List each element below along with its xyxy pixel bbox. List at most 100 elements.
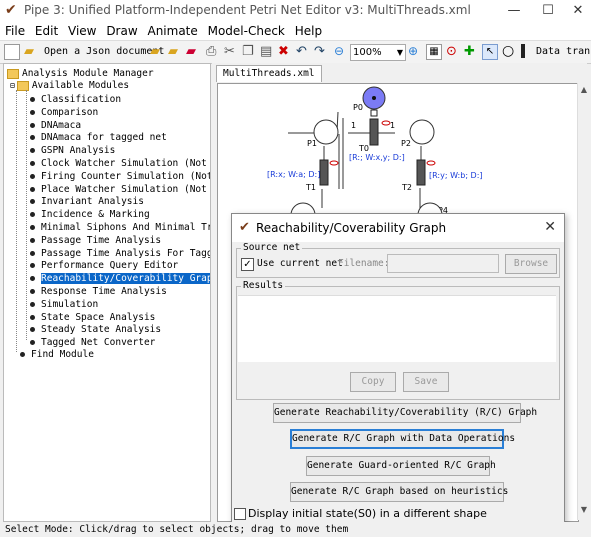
menu-view[interactable]: View <box>68 22 96 40</box>
data-transition-button[interactable]: Data transi <box>536 44 591 60</box>
tree-module-item[interactable]: GSPN Analysis <box>30 144 115 157</box>
scroll-up-icon[interactable]: ▲ <box>579 85 589 97</box>
tree-module-label: DNAmaca <box>41 119 82 131</box>
select-pointer-icon[interactable]: ↖ <box>482 44 498 60</box>
dialog-close-button[interactable]: ✕ <box>544 219 556 235</box>
status-bar: Select Mode: Click/drag to select object… <box>0 522 591 537</box>
generate-data-ops-button[interactable]: Generate R/C Graph with Data Operations <box>290 429 515 449</box>
tree-module-item[interactable]: Invariant Analysis <box>30 195 144 208</box>
tree-module-item[interactable]: Performance Query Editor <box>30 259 178 272</box>
bullet-icon <box>30 109 35 115</box>
generate-rc-graph-button[interactable]: Generate Reachability/Coverability (R/C)… <box>273 403 537 423</box>
tree-module-item[interactable]: DNAmaca for tagged net <box>30 131 167 144</box>
tree-module-item[interactable]: DNAmaca <box>30 119 81 132</box>
menu-animate[interactable]: Animate <box>147 22 197 40</box>
zoom-in-icon[interactable]: ⊕ <box>408 44 418 60</box>
dialog-title: Reachability/Coverability Graph <box>256 221 447 235</box>
tree-find-module[interactable]: Find Module <box>20 348 94 361</box>
tab-multithreads[interactable]: MultiThreads.xml <box>216 65 322 82</box>
zoom-out-icon[interactable]: ⊖ <box>334 44 344 60</box>
save-button[interactable]: Save <box>403 372 449 392</box>
menu-file[interactable]: File <box>5 22 25 40</box>
tree-module-label: Tagged Net Converter <box>41 337 156 349</box>
tree-module-label: Firing Counter Simulation (Not r <box>41 170 211 182</box>
tree-module-item[interactable]: Reachability/Coverability Graph <box>30 272 210 285</box>
tree-module-item[interactable]: Comparison <box>30 106 98 119</box>
label-p1: P1 <box>307 139 317 148</box>
tree-module-item[interactable]: State Space Analysis <box>30 311 155 324</box>
undo-icon[interactable]: ↶ <box>296 44 307 60</box>
collapse-icon: ⊟ <box>10 81 15 90</box>
open-folder-icon[interactable]: ▰ <box>24 44 34 60</box>
animate-icon[interactable]: ✚ <box>464 44 475 60</box>
canvas-scrollbar[interactable]: ▲ ▼ <box>577 83 590 520</box>
tree-module-item[interactable]: Steady State Analysis <box>30 323 161 336</box>
tree-guide <box>16 90 17 352</box>
tree-module-label: Clock Watcher Simulation (Not re <box>41 158 211 169</box>
bullet-icon <box>30 340 35 346</box>
new-file-icon[interactable] <box>4 44 20 60</box>
tree-module-item[interactable]: Firing Counter Simulation (Not r <box>30 170 211 183</box>
tree-module-item[interactable]: Response Time Analysis <box>30 285 167 298</box>
results-text-area[interactable] <box>238 295 556 362</box>
scroll-down-icon[interactable]: ▼ <box>579 505 589 517</box>
close-button[interactable]: ✕ <box>558 0 591 22</box>
tree-module-item[interactable]: Clock Watcher Simulation (Not re <box>30 157 211 170</box>
delete-icon[interactable]: ✖ <box>278 44 289 60</box>
cut-icon[interactable]: ✂ <box>224 44 235 60</box>
tree-module-item[interactable]: Passage Time Analysis <box>30 234 161 247</box>
tree-module-item[interactable]: Minimal Siphons And Minimal Trap <box>30 221 211 234</box>
tree-available-modules[interactable]: ⊟ Available Modules <box>10 79 129 92</box>
transition-tool-icon[interactable] <box>521 44 525 58</box>
tree-module-label: Response Time Analysis <box>41 286 167 297</box>
token-icon[interactable]: ⊙ <box>446 44 457 60</box>
tree-module-label: Steady State Analysis <box>41 324 162 336</box>
bullet-icon <box>30 161 35 166</box>
print-icon[interactable]: ⎙ <box>206 44 216 60</box>
token <box>372 96 376 100</box>
tree-module-label: Passage Time Analysis For Tagged <box>41 247 211 259</box>
tree-module-label: Passage Time Analysis <box>41 234 162 246</box>
bullet-icon <box>30 289 35 294</box>
copy-button[interactable]: Copy <box>350 372 396 392</box>
menu-help[interactable]: Help <box>295 22 322 40</box>
grid-icon[interactable]: ▦ <box>426 44 442 60</box>
transition-t2 <box>416 159 426 186</box>
display-initial-checkbox[interactable] <box>234 508 246 520</box>
pipe-app-icon: ✔ <box>239 220 250 235</box>
tree-module-item[interactable]: Classification <box>30 93 121 106</box>
zoom-select[interactable]: 100% ▼ <box>350 44 406 61</box>
generate-heuristics-button[interactable]: Generate R/C Graph based on heuristics <box>290 482 508 502</box>
tree-guide <box>26 90 27 340</box>
tree-module-item[interactable]: Place Watcher Simulation (Not re <box>30 183 210 196</box>
tree-module-label: GSPN Analysis <box>41 145 116 157</box>
menu-edit[interactable]: Edit <box>35 22 58 40</box>
save-icon[interactable]: ▰ <box>168 44 178 60</box>
filename-input[interactable] <box>387 254 499 273</box>
bullet-icon <box>30 276 35 282</box>
menu-draw[interactable]: Draw <box>106 22 137 40</box>
tab-bar: MultiThreads.xml <box>212 63 587 83</box>
tree-module-item[interactable]: Simulation <box>30 298 98 311</box>
menu-model-check[interactable]: Model-Check <box>208 22 285 40</box>
bullet-icon <box>30 263 35 269</box>
paste-icon[interactable]: ▤ <box>260 44 272 60</box>
bullet-icon <box>30 327 35 333</box>
open-icon[interactable]: ▰ <box>150 44 160 60</box>
tree-module-item[interactable]: Passage Time Analysis For Tagged <box>30 247 211 260</box>
save-as-icon[interactable]: ▰ <box>186 44 196 60</box>
open-json-button[interactable]: Open a Json document <box>44 44 164 60</box>
copy-icon[interactable]: ❐ <box>242 44 254 60</box>
bullet-icon <box>30 250 35 256</box>
browse-button[interactable]: Browse <box>505 254 557 274</box>
bullet-icon <box>30 148 35 154</box>
generate-guard-button[interactable]: Generate Guard-oriented R/C Graph <box>306 456 496 476</box>
display-initial-label: Display initial state(S0) in a different… <box>248 507 487 520</box>
tree-module-label: Minimal Siphons And Minimal Trap <box>41 222 211 233</box>
redo-icon[interactable]: ↷ <box>314 44 325 60</box>
bullet-icon <box>30 122 35 128</box>
place-tool-icon[interactable]: ○ <box>502 44 514 60</box>
place-p2 <box>409 119 435 145</box>
tree-module-item[interactable]: Incidence & Marking <box>30 208 150 221</box>
use-current-checkbox[interactable]: ✓ <box>241 258 254 271</box>
